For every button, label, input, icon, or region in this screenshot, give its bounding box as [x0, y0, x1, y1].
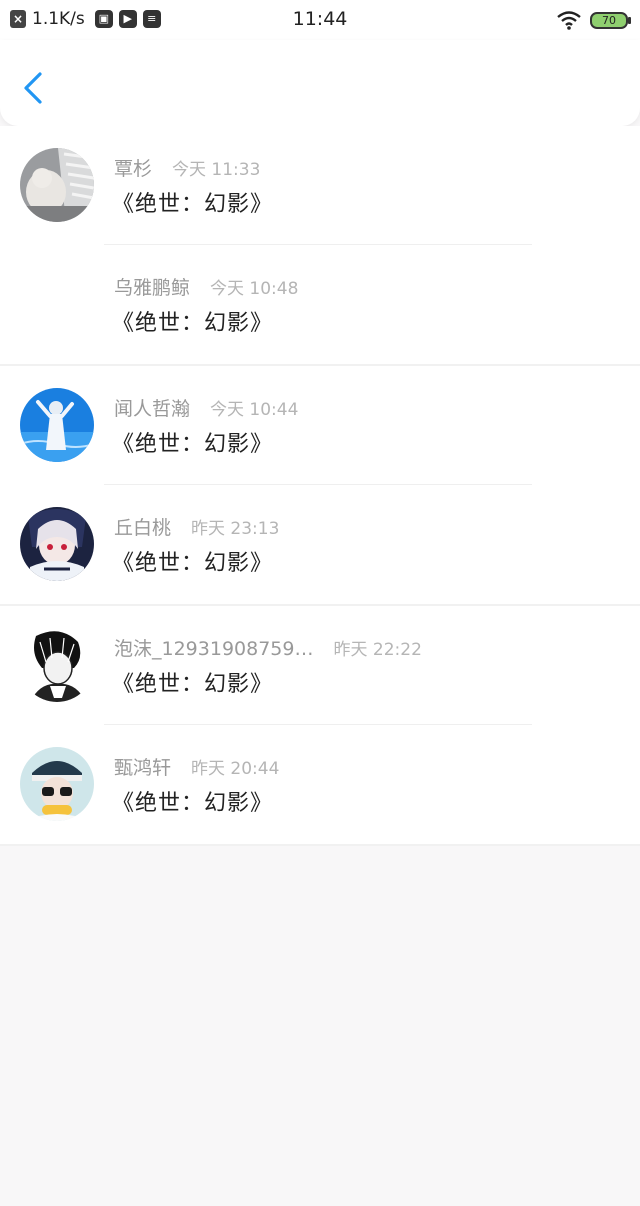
comment-group: 闻人哲瀚 今天 10:44 《绝世：幻影》 丘白桃 昨天 23:13 《绝世：幻… — [0, 366, 640, 606]
comment-title[interactable]: 《绝世：幻影》 — [112, 666, 273, 698]
list-item[interactable]: 甄鸿轩 昨天 20:44 《绝世：幻影》 — [0, 725, 640, 844]
status-right: 70 — [556, 10, 631, 30]
battery-icon: 70 — [590, 11, 631, 29]
comment-meta: 覃杉 今天 11:33 — [114, 154, 260, 181]
comment-meta: 甄鸿轩 昨天 20:44 — [114, 753, 279, 780]
top-bar — [0, 40, 640, 126]
comment-time: 今天 10:48 — [210, 279, 299, 299]
comment-time: 今天 10:44 — [210, 400, 299, 420]
comment-title[interactable]: 《绝世：幻影》 — [112, 545, 273, 577]
avatar[interactable] — [20, 148, 94, 222]
user-name[interactable]: 乌雅鹏鲸 — [114, 273, 190, 300]
user-name[interactable]: 泡沫_12931908759… — [114, 634, 313, 661]
list-item[interactable]: 丘白桃 昨天 23:13 《绝世：幻影》 — [0, 485, 640, 604]
comment-group: 覃杉 今天 11:33 《绝世：幻影》 乌雅鹏鲸 今天 10:48 《绝世：幻影… — [0, 126, 640, 366]
comment-meta: 乌雅鹏鲸 今天 10:48 — [114, 273, 298, 300]
comment-title[interactable]: 《绝世：幻影》 — [112, 305, 273, 337]
comment-title[interactable]: 《绝世：幻影》 — [112, 186, 273, 218]
comment-meta: 丘白桃 昨天 23:13 — [114, 513, 279, 540]
user-name[interactable]: 闻人哲瀚 — [114, 394, 190, 421]
chevron-left-icon — [24, 72, 42, 104]
list-item[interactable]: 覃杉 今天 11:33 《绝世：幻影》 — [0, 126, 640, 245]
avatar[interactable] — [20, 628, 94, 702]
list-item[interactable]: 闻人哲瀚 今天 10:44 《绝世：幻影》 — [0, 366, 640, 485]
comment-time: 今天 11:33 — [172, 160, 261, 180]
list-item[interactable]: 泡沫_12931908759… 昨天 22:22 《绝世：幻影》 — [0, 606, 640, 725]
avatar[interactable] — [20, 507, 94, 581]
comment-meta: 泡沫_12931908759… 昨天 22:22 — [114, 634, 422, 661]
avatar[interactable] — [20, 747, 94, 821]
comment-group: 泡沫_12931908759… 昨天 22:22 《绝世：幻影》 甄鸿轩 昨天 … — [0, 606, 640, 846]
comment-list: 覃杉 今天 11:33 《绝世：幻影》 乌雅鹏鲸 今天 10:48 《绝世：幻影… — [0, 126, 640, 846]
comment-meta: 闻人哲瀚 今天 10:44 — [114, 394, 298, 421]
status-bar: × 1.1K/s ▣ ▶ ≡ 11:44 70 — [0, 0, 640, 40]
user-name[interactable]: 丘白桃 — [114, 513, 171, 540]
wifi-icon — [557, 11, 581, 30]
comment-time: 昨天 23:13 — [191, 519, 280, 539]
back-button[interactable] — [18, 70, 50, 106]
list-item[interactable]: 乌雅鹏鲸 今天 10:48 《绝世：幻影》 — [0, 245, 640, 364]
clock: 11:44 — [292, 8, 348, 30]
user-name[interactable]: 甄鸿轩 — [114, 753, 171, 780]
comment-title[interactable]: 《绝世：幻影》 — [112, 785, 273, 817]
comment-time: 昨天 20:44 — [191, 759, 280, 779]
user-name[interactable]: 覃杉 — [114, 154, 152, 181]
comment-title[interactable]: 《绝世：幻影》 — [112, 426, 273, 458]
comment-time: 昨天 22:22 — [333, 640, 422, 660]
avatar[interactable] — [20, 388, 94, 462]
